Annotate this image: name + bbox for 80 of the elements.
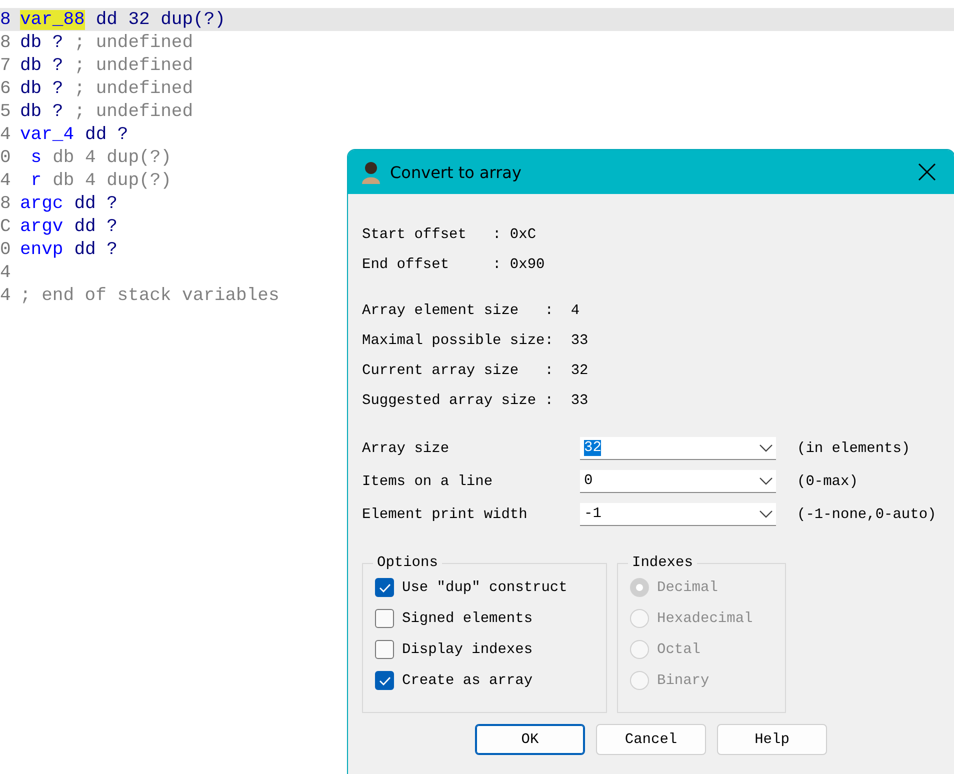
checkbox-label: Create as array: [402, 672, 533, 688]
code-token: dd ?: [74, 216, 118, 236]
code-token: envp: [20, 240, 64, 260]
checkbox[interactable]: [375, 578, 394, 597]
code-token: ; undefined: [74, 78, 194, 98]
code-token: ; undefined: [74, 32, 194, 52]
code-token: dd 32 dup(?): [96, 10, 226, 30]
line-address: 4: [0, 124, 11, 144]
code-line[interactable]: 6 db ? ; undefined: [0, 77, 954, 100]
code-line[interactable]: 5 db ? ; undefined: [0, 100, 954, 123]
code-token: var_4: [20, 124, 74, 144]
code-line[interactable]: 8 db ? ; undefined: [0, 31, 954, 54]
combo-box[interactable]: 0: [580, 470, 776, 493]
code-token: argv: [20, 216, 64, 236]
line-address: 8: [0, 10, 11, 30]
code-token: argc: [20, 194, 64, 214]
code-token: dd ?: [85, 124, 128, 144]
checkbox-label: Use "dup" construct: [402, 580, 568, 596]
checkmark-icon: [378, 676, 390, 686]
line-address: 7: [0, 56, 11, 76]
chevron-down-icon: [759, 477, 773, 485]
combo-box[interactable]: 32: [580, 437, 776, 460]
group-title: Indexes: [631, 555, 694, 571]
code-token: db 4 dup(?): [52, 148, 172, 168]
field-hint: (in elements): [797, 440, 910, 456]
dialog-title: Convert to array: [390, 162, 522, 182]
radio-label: Hexadecimal: [657, 610, 753, 626]
code-token: ; undefined: [74, 56, 194, 76]
group-title: Options: [376, 555, 439, 571]
checkbox[interactable]: [375, 640, 394, 659]
checkbox[interactable]: [375, 671, 394, 690]
code-token: db ?: [20, 32, 64, 52]
line-address: 0: [0, 240, 11, 260]
field-label: Array size: [362, 440, 450, 456]
checkbox[interactable]: [375, 609, 394, 628]
code-line[interactable]: 7 db ? ; undefined: [0, 54, 954, 77]
chevron-down-icon: [759, 510, 773, 518]
line-address: 6: [0, 78, 11, 98]
line-address: 0: [0, 148, 11, 168]
combo-box[interactable]: -1: [580, 503, 776, 526]
line-address: C: [0, 216, 11, 236]
code-token: r: [30, 170, 42, 190]
info-text: Start offset : 0xC: [362, 226, 538, 245]
line-address: 8: [0, 32, 11, 52]
code-token: dd ?: [74, 194, 118, 214]
code-token: dd ?: [74, 240, 118, 260]
code-token: db ?: [20, 56, 64, 76]
info-text: End offset : 0x90: [362, 256, 546, 275]
code-line[interactable]: 4 var_4 dd ?: [0, 123, 954, 146]
info-text: Current array size : 32: [362, 362, 590, 381]
dialog-button[interactable]: OK: [475, 724, 585, 755]
silhouette-icon: [360, 160, 382, 184]
field-hint: (-1-none,0-auto): [797, 506, 936, 522]
checkbox-label: Display indexes: [402, 642, 533, 658]
info-text: Suggested array size : 33: [362, 392, 590, 411]
close-icon: [918, 163, 936, 181]
dialog-button[interactable]: Help: [717, 724, 827, 755]
code-token: var_88: [20, 10, 85, 30]
line-address: 8: [0, 194, 11, 214]
code-token: db ?: [20, 78, 64, 98]
checkmark-icon: [378, 582, 390, 592]
radio-label: Binary: [657, 672, 710, 688]
radio-label: Octal: [657, 642, 701, 658]
code-token: s: [30, 148, 42, 168]
field-hint: (0-max): [797, 474, 858, 490]
line-address: 4: [0, 170, 11, 190]
code-token: db ?: [20, 102, 64, 122]
chevron-down-icon: [759, 444, 773, 452]
checkbox-label: Signed elements: [402, 610, 533, 626]
info-text: Maximal possible size: 33: [362, 332, 590, 351]
dialog-button[interactable]: Cancel: [596, 724, 706, 755]
field-label: Element print width: [362, 506, 528, 522]
code-token: db 4 dup(?): [52, 170, 172, 190]
radio-label: Decimal: [657, 580, 718, 596]
code-token: ; end of stack variables: [20, 286, 280, 306]
code-token: ; undefined: [74, 102, 194, 122]
field-label: Items on a line: [362, 474, 494, 490]
line-address: 5: [0, 102, 11, 122]
line-address: 4: [0, 286, 11, 306]
info-text: Array element size : 4: [362, 302, 581, 321]
